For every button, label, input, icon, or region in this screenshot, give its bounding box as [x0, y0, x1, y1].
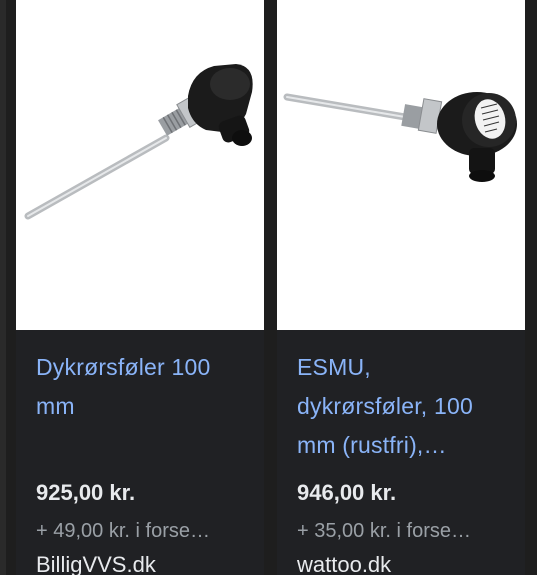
product-card[interactable]: ESMU, dykrørsføler, 100 mm (rustfri),… 9…: [277, 0, 525, 575]
shipping-cost: + 35,00 kr. i forse…: [297, 520, 471, 542]
product-card[interactable]: Dykrørsføler 100 mm 925,00 kr. + 49,00 k…: [16, 0, 264, 575]
thermocouple-probe-image: [283, 92, 517, 182]
product-price: 925,00 kr.: [36, 480, 136, 505]
previous-card-edge[interactable]: [0, 0, 6, 575]
product-image[interactable]: [277, 0, 525, 330]
product-price: 946,00 kr.: [297, 480, 397, 505]
seller-name: wattoo.dk: [297, 552, 392, 575]
product-image[interactable]: [16, 0, 264, 330]
seller-name: BilligVVS.dk: [36, 552, 156, 575]
next-card-edge[interactable]: [530, 0, 537, 575]
thermocouple-probe-image: [24, 64, 253, 220]
shipping-cost: + 49,00 kr. i forse…: [36, 520, 210, 542]
product-title[interactable]: ESMU, dykrørsføler, 100 mm (rustfri),…: [297, 348, 512, 465]
product-title[interactable]: Dykrørsføler 100 mm: [36, 348, 251, 426]
